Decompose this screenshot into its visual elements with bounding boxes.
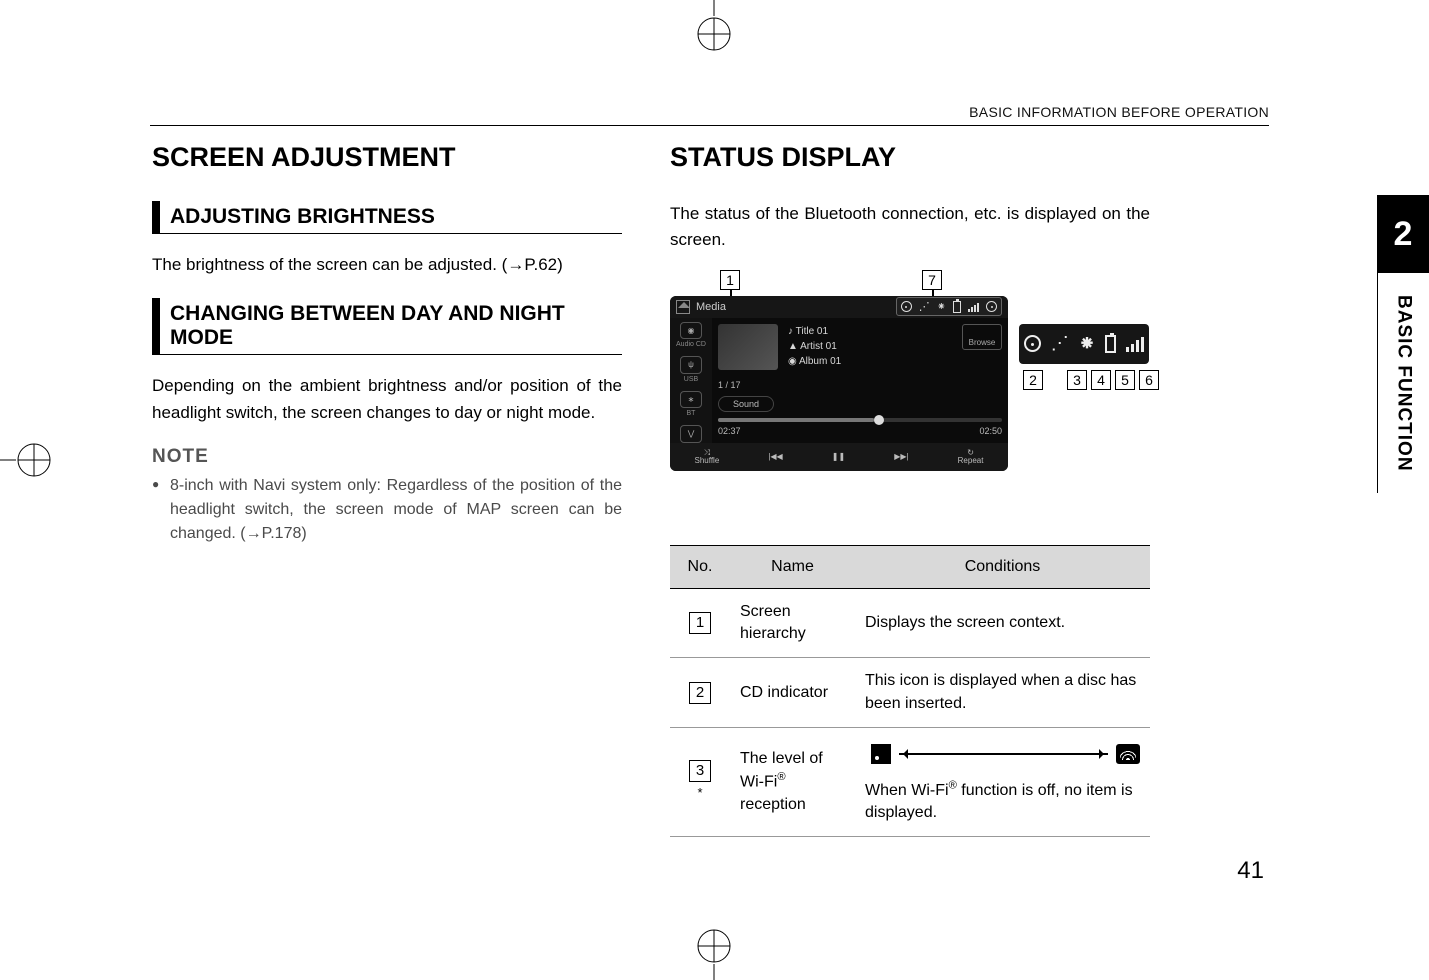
breadcrumb: Media — [696, 301, 726, 313]
callout-7: 7 — [922, 270, 942, 290]
repeat-button: ↻Repeat — [958, 449, 984, 465]
status-bar-small: ⋰ ⁕ — [896, 297, 1002, 316]
shuffle-button: ⤨Shuffle — [695, 449, 720, 465]
sidebar-bt-label: BT — [687, 410, 696, 417]
note-heading: NOTE — [152, 446, 622, 468]
progress-bar — [718, 418, 1002, 422]
running-head: BASIC INFORMATION BEFORE OPERATION — [969, 104, 1269, 120]
disc-icon — [986, 301, 997, 312]
cd-indicator-icon-large — [1024, 335, 1041, 352]
row-name: Screen hierarchy — [730, 588, 855, 658]
heading-status-display: STATUS DISPLAY — [670, 142, 1150, 173]
callout-3: 3 — [1067, 370, 1087, 390]
callout-1: 1 — [720, 270, 740, 290]
row-name: The level of Wi-Fi® reception — [730, 728, 855, 837]
battery-icon-large — [1105, 335, 1116, 353]
status-figure: 1 7 Media ⋰ ⁕ — [670, 274, 1150, 489]
sidebar-audio-cd-icon: ◉ — [680, 322, 702, 340]
bluetooth-icon-large: ⁕ — [1079, 331, 1096, 356]
next-button: ▶▶| — [894, 453, 908, 461]
table-head-conditions: Conditions — [855, 545, 1150, 588]
row-no: 2 — [689, 682, 711, 704]
wifi-level-diagram — [871, 744, 1140, 764]
time-elapsed: 02:37 — [718, 426, 741, 436]
header-rule — [150, 125, 1269, 126]
callout-2: 2 — [1023, 370, 1043, 390]
body-brightness: The brightness of the screen can be adju… — [152, 252, 622, 278]
wifi-icon: ⋰ — [919, 300, 930, 313]
sidebar-more-icon: ⋁ — [680, 425, 702, 443]
media-screenshot: Media ⋰ ⁕ ◉ Audio CD ψ USB ∗ — [670, 296, 1008, 471]
signal-bars-icon — [968, 302, 979, 312]
sidebar-usb-icon: ψ — [680, 356, 702, 374]
table-row: 3 * The level of Wi-Fi® reception When W… — [670, 728, 1150, 837]
browse-button: Browse — [962, 324, 1002, 350]
pause-button: ❚❚ — [832, 453, 845, 461]
table-head-no: No. — [670, 545, 730, 588]
home-icon — [676, 300, 690, 314]
track-counter: 1 / 17 — [718, 380, 741, 390]
table-head-name: Name — [730, 545, 855, 588]
section-tab-label: BASIC FUNCTION — [1393, 295, 1415, 472]
arrow-line — [899, 753, 1108, 755]
track-title: ♪ Title 01 — [788, 324, 841, 339]
row-no-suffix: * — [697, 785, 702, 800]
status-table: No. Name Conditions 1 Screen hierarchy D… — [670, 545, 1150, 838]
heading-screen-adjustment: SCREEN ADJUSTMENT — [152, 142, 622, 173]
row-cond: This icon is displayed when a disc has b… — [855, 658, 1150, 728]
body-status-intro: The status of the Bluetooth connection, … — [670, 201, 1150, 254]
subheading-day-night-mode: CHANGING BETWEEN DAY AND NIGHT MODE — [152, 298, 622, 355]
bluetooth-icon: ⁕ — [937, 300, 946, 313]
sidebar-usb-label: USB — [684, 376, 698, 383]
row-cond: When Wi-Fi® function is off, no item is … — [855, 728, 1150, 837]
sidebar-audio-cd-label: Audio CD — [676, 341, 706, 348]
subheading-adjusting-brightness: ADJUSTING BRIGHTNESS — [152, 201, 622, 234]
table-row: 2 CD indicator This icon is displayed wh… — [670, 658, 1150, 728]
prev-button: |◀◀ — [768, 453, 782, 461]
row-no: 1 — [689, 612, 711, 634]
wifi-strong-icon — [1116, 744, 1140, 764]
wifi-icon-large: ⋰ — [1051, 333, 1069, 354]
signal-bars-icon-large — [1126, 336, 1144, 352]
callout-4: 4 — [1091, 370, 1111, 390]
table-row: 1 Screen hierarchy Displays the screen c… — [670, 588, 1150, 658]
wifi-weak-icon — [871, 744, 891, 764]
battery-icon — [953, 301, 961, 313]
sidebar-bt-icon: ∗ — [680, 391, 702, 409]
track-album: ◉ Album 01 — [788, 354, 841, 369]
body-day-night: Depending on the ambient brightness and/… — [152, 373, 622, 426]
row-no: 3 — [689, 760, 711, 782]
callout-5: 5 — [1115, 370, 1135, 390]
page-number: 41 — [1237, 857, 1264, 885]
album-art — [718, 324, 778, 370]
cd-indicator-icon — [901, 301, 912, 312]
row-cond: Displays the screen context. — [855, 588, 1150, 658]
section-tab: BASIC FUNCTION — [1377, 273, 1429, 493]
track-artist: ▲ Artist 01 — [788, 339, 841, 354]
chapter-tab: 2 — [1377, 195, 1429, 273]
status-bar-enlarged: ⋰ ⁕ — [1019, 324, 1149, 364]
sound-button: Sound — [718, 396, 774, 412]
callout-6: 6 — [1139, 370, 1159, 390]
time-total: 02:50 — [979, 426, 1002, 436]
note-item: 8-inch with Navi system only: Regardless… — [152, 474, 622, 546]
row-name: CD indicator — [730, 658, 855, 728]
